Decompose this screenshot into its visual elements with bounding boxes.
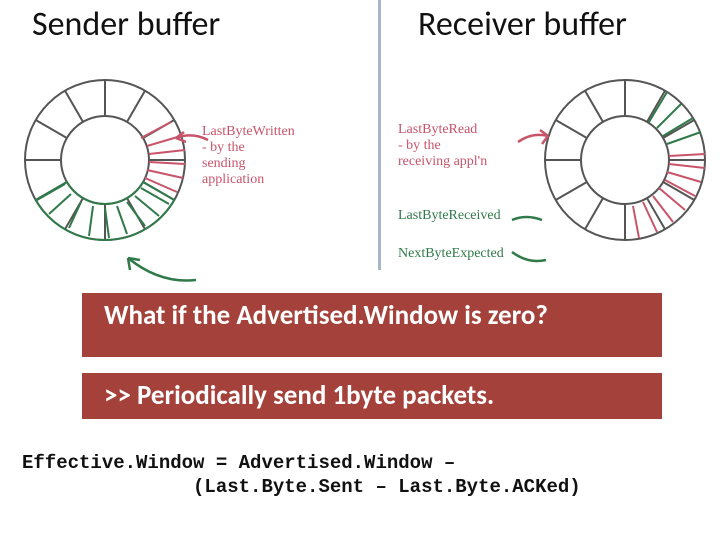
handwritten-arrow-icon <box>170 126 210 152</box>
heading-row: Sender buffer Receiver buffer <box>0 4 720 52</box>
receiver-buffer-heading: Receiver buffer <box>418 4 627 45</box>
question-text: What if the Advertised.Window is zero? <box>104 299 548 332</box>
effective-window-formula: Effective.Window = Advertised.Window – (… <box>22 452 581 500</box>
sender-buffer-heading: Sender buffer <box>32 4 220 45</box>
annotation-last-byte-received: LastByteReceived <box>398 208 528 224</box>
annotation-last-byte-read: LastByteRead - by the receiving appl'n <box>398 122 528 170</box>
handwritten-arrow-icon <box>510 210 546 232</box>
annotation-last-byte-written: LastByteWritten - by the sending applica… <box>202 124 372 188</box>
question-box: What if the Advertised.Window is zero? <box>82 293 662 357</box>
formula-line1: Effective.Window = Advertised.Window – <box>22 452 455 474</box>
diagrams-area: LastByteWritten - by the sending applica… <box>0 60 720 280</box>
segmented-ring-icon <box>530 60 720 260</box>
formula-line2: (Last.Byte.Sent – Last.Byte.ACKed) <box>22 476 581 498</box>
handwritten-arrow-icon <box>120 250 200 286</box>
receiver-ring <box>530 60 720 265</box>
answer-box: >> Periodically send 1byte packets. <box>82 373 662 419</box>
segmented-ring-icon <box>10 60 200 260</box>
handwritten-arrow-icon <box>516 128 552 152</box>
handwritten-arrow-icon <box>510 246 550 270</box>
annotation-next-byte-expected: NextByteExpected <box>398 246 528 262</box>
answer-text: >> Periodically send 1byte packets. <box>104 379 494 412</box>
sender-ring <box>10 60 200 265</box>
